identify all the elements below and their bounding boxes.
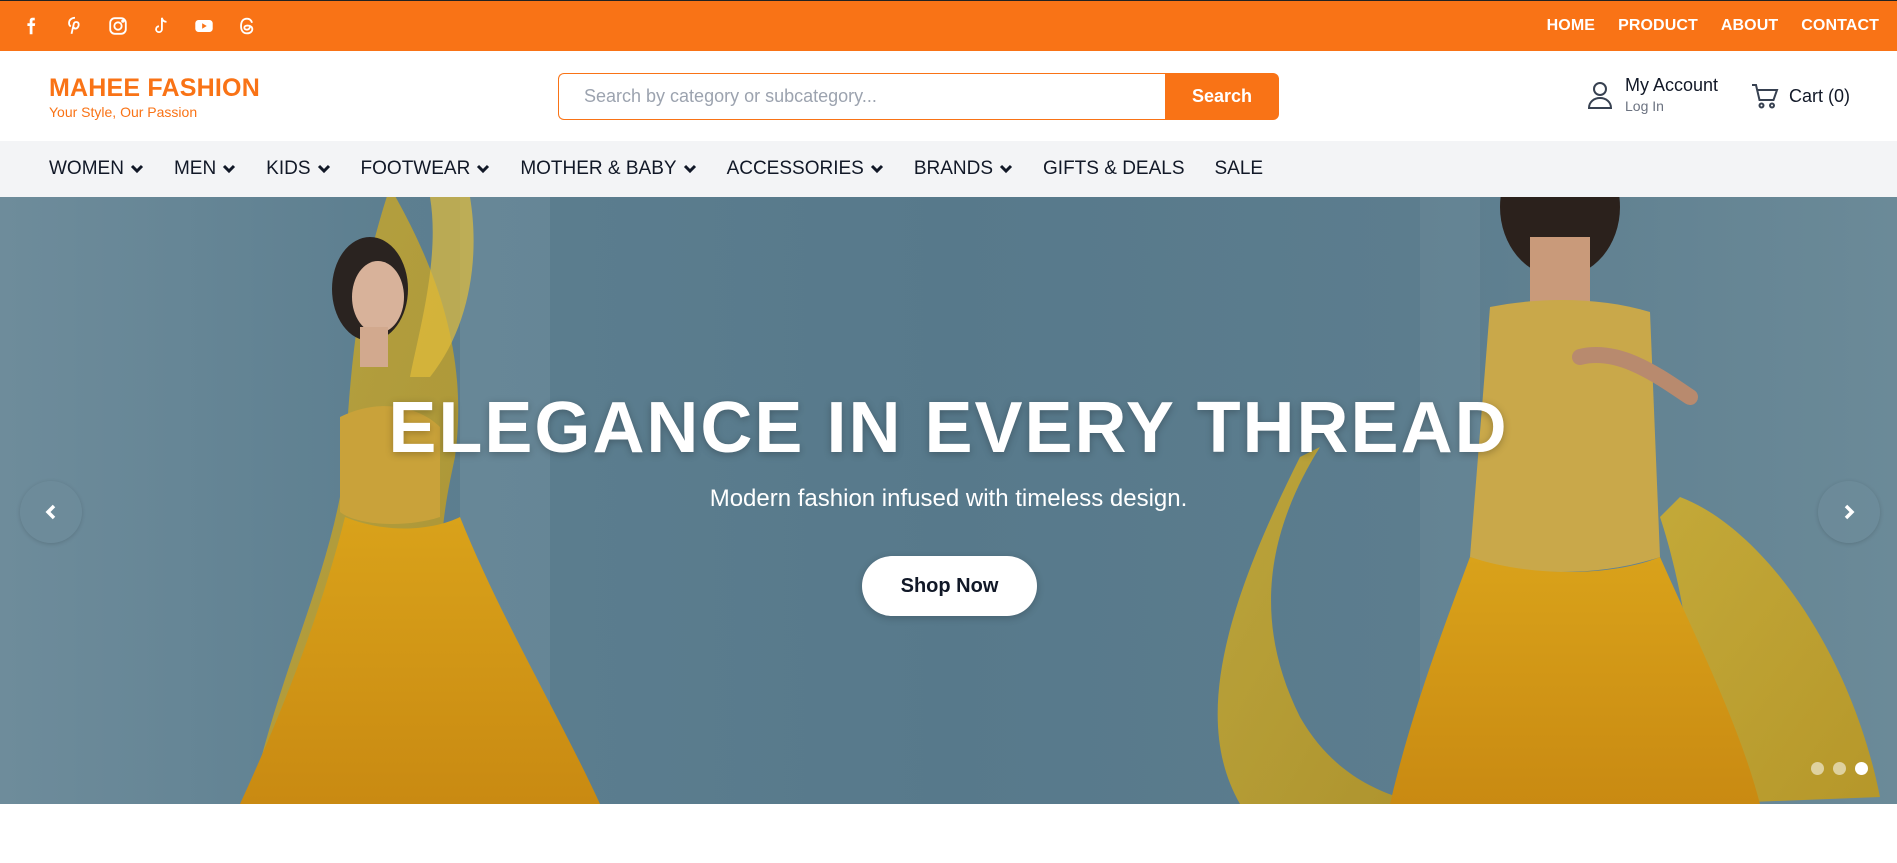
chevron-down-icon [130,164,143,174]
cart-label: Cart (0) [1789,85,1851,106]
chevron-right-icon [1844,504,1855,520]
facebook-icon[interactable] [20,14,44,38]
chevron-down-icon [999,164,1013,174]
nav-item-label: BRANDS [913,158,994,179]
brand-logo[interactable]: MAHEE FASHION Your Style, Our Passion [49,74,260,120]
tiktok-icon[interactable] [149,14,173,38]
top-link-home[interactable]: HOME [1547,17,1595,35]
site-header: MAHEE FASHION Your Style, Our Passion Se… [0,51,1897,141]
nav-item-label: WOMEN [49,158,124,179]
nav-item-label: GIFTS & DEALS [1043,158,1185,179]
nav-item-label: SALE [1214,158,1264,179]
top-bar: HOME PRODUCT ABOUT CONTACT [0,0,1897,51]
nav-item-sale[interactable]: SALE [1215,158,1264,180]
account-title: My Account [1625,75,1719,95]
cart-icon [1752,84,1779,109]
brand-name: MAHEE FASHION [49,74,260,102]
chevron-left-icon [45,504,56,520]
shop-now-button[interactable]: Shop Now [862,556,1037,616]
search-form: Search [558,73,1279,120]
search-input[interactable] [558,73,1165,120]
chevron-down-icon [223,164,236,174]
hero-headline: ELEGANCE IN EVERY THREAD [388,388,1509,468]
hero-carousel: ELEGANCE IN EVERY THREAD Modern fashion … [0,197,1897,804]
chevron-down-icon [870,164,883,174]
my-account[interactable]: My Account Log In [1587,75,1718,114]
category-nav: WOMEN MEN KIDS FOOTWEAR MOTHER & BABY AC… [0,141,1897,197]
nav-item-brands[interactable]: BRANDS [914,158,1013,180]
top-link-contact[interactable]: CONTACT [1801,17,1879,35]
brand-tagline: Your Style, Our Passion [49,104,198,120]
social-links [20,14,259,38]
account-login-link[interactable]: Log In [1625,98,1718,114]
top-link-about[interactable]: ABOUT [1721,17,1778,35]
nav-item-footwear[interactable]: FOOTWEAR [361,158,491,180]
chevron-down-icon [317,164,330,174]
chevron-down-icon [683,164,696,174]
search-button[interactable]: Search [1165,73,1279,120]
nav-item-label: MEN [173,158,217,179]
top-link-product[interactable]: PRODUCT [1618,17,1698,35]
nav-item-gifts-deals[interactable]: GIFTS & DEALS [1043,158,1184,180]
nav-item-kids[interactable]: KIDS [266,158,330,180]
carousel-dot-2[interactable] [1833,762,1846,775]
carousel-dot-1[interactable] [1811,762,1824,775]
hero-subtitle: Modern fashion infused with timeless des… [709,485,1188,512]
chevron-down-icon [477,164,490,174]
nav-item-label: ACCESSORIES [726,158,864,179]
user-icon [1587,81,1613,109]
instagram-icon[interactable] [106,14,130,38]
pinterest-icon[interactable] [63,14,87,38]
nav-item-label: KIDS [266,158,311,179]
youtube-icon[interactable] [192,14,216,38]
carousel-dot-3[interactable] [1855,762,1868,775]
nav-item-label: MOTHER & BABY [520,158,677,179]
top-links: HOME PRODUCT ABOUT CONTACT [1547,17,1879,35]
nav-item-men[interactable]: MEN [174,158,236,180]
threads-icon[interactable] [235,14,259,38]
carousel-dots [1811,762,1868,775]
nav-item-accessories[interactable]: ACCESSORIES [727,158,884,180]
carousel-next-button[interactable] [1818,481,1880,543]
nav-item-women[interactable]: WOMEN [49,158,144,180]
nav-item-mother-baby[interactable]: MOTHER & BABY [520,158,696,180]
nav-item-label: FOOTWEAR [360,158,471,179]
carousel-prev-button[interactable] [20,481,82,543]
cart-button[interactable]: Cart (0) [1751,83,1850,109]
